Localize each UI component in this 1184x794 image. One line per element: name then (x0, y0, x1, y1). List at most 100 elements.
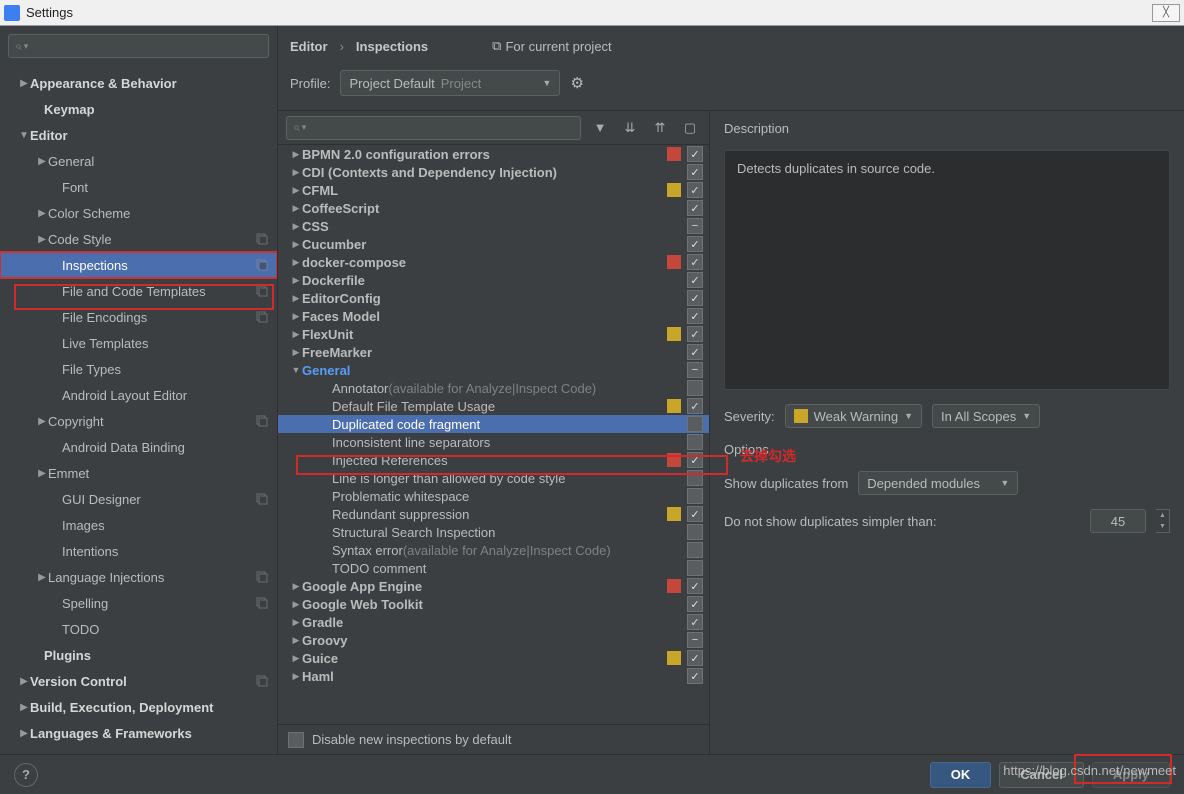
sidebar-item[interactable]: Images (0, 512, 277, 538)
inspection-row[interactable]: CoffeeScript (278, 199, 709, 217)
sidebar-item[interactable]: Android Data Binding (0, 434, 277, 460)
inspection-row[interactable]: General (278, 361, 709, 379)
simpler-value-input[interactable]: 45 (1090, 509, 1146, 533)
show-from-combo[interactable]: Depended modules▼ (858, 471, 1018, 495)
inspection-row[interactable]: Dockerfile (278, 271, 709, 289)
sidebar-item[interactable]: File and Code Templates (0, 278, 277, 304)
inspection-row[interactable]: Inconsistent line separators (278, 433, 709, 451)
sidebar-item[interactable]: Language Injections (0, 564, 277, 590)
inspection-checkbox[interactable] (687, 146, 703, 162)
inspection-checkbox[interactable] (687, 164, 703, 180)
filter-icon[interactable]: ▼ (589, 117, 611, 139)
sidebar-item[interactable]: Editor (0, 122, 277, 148)
inspection-row[interactable]: BPMN 2.0 configuration errors (278, 145, 709, 163)
sidebar-search[interactable]: ⌕▾ (8, 34, 269, 58)
inspection-row[interactable]: Gradle (278, 613, 709, 631)
inspection-checkbox[interactable] (687, 344, 703, 360)
inspection-checkbox[interactable] (687, 470, 703, 486)
sidebar-item[interactable]: Emmet (0, 460, 277, 486)
inspection-checkbox[interactable] (687, 308, 703, 324)
sidebar-item[interactable]: General (0, 148, 277, 174)
for-current-project[interactable]: ⧉For current project (492, 38, 612, 54)
sidebar-item[interactable]: Intentions (0, 538, 277, 564)
inspection-checkbox[interactable] (687, 416, 703, 432)
inspection-checkbox[interactable] (687, 524, 703, 540)
inspection-row[interactable]: Google App Engine (278, 577, 709, 595)
help-button[interactable]: ? (14, 763, 38, 787)
scope-combo[interactable]: In All Scopes▼ (932, 404, 1040, 428)
inspection-row[interactable]: FlexUnit (278, 325, 709, 343)
inspection-checkbox[interactable] (687, 578, 703, 594)
inspection-row[interactable]: docker-compose (278, 253, 709, 271)
sidebar-item[interactable]: Android Layout Editor (0, 382, 277, 408)
inspection-checkbox[interactable] (687, 380, 703, 396)
inspection-row[interactable]: Line is longer than allowed by code styl… (278, 469, 709, 487)
sidebar-item[interactable]: GUI Designer (0, 486, 277, 512)
inspection-row[interactable]: Problematic whitespace (278, 487, 709, 505)
sidebar-item[interactable]: Live Templates (0, 330, 277, 356)
inspection-checkbox[interactable] (687, 542, 703, 558)
inspection-checkbox[interactable] (687, 632, 703, 648)
ok-button[interactable]: OK (930, 762, 992, 788)
inspection-tree[interactable]: BPMN 2.0 configuration errorsCDI (Contex… (278, 145, 709, 724)
inspection-checkbox[interactable] (687, 362, 703, 378)
sidebar-item[interactable]: Inspections (0, 252, 277, 278)
inspection-checkbox[interactable] (687, 236, 703, 252)
expand-all-icon[interactable]: ⇊ (619, 117, 641, 139)
inspection-row[interactable]: Annotator (available for Analyze|Inspect… (278, 379, 709, 397)
inspection-row[interactable]: Duplicated code fragment (278, 415, 709, 433)
inspection-checkbox[interactable] (687, 650, 703, 666)
sidebar-item[interactable]: Build, Execution, Deployment (0, 694, 277, 720)
inspection-checkbox[interactable] (687, 182, 703, 198)
sidebar-item[interactable]: Version Control (0, 668, 277, 694)
settings-tree[interactable]: Appearance & BehaviorKeymapEditorGeneral… (0, 66, 277, 754)
sidebar-item[interactable]: Languages & Frameworks (0, 720, 277, 746)
inspection-checkbox[interactable] (687, 200, 703, 216)
disable-new-row[interactable]: Disable new inspections by default (278, 724, 709, 754)
bc-editor[interactable]: Editor (290, 39, 328, 54)
inspection-checkbox[interactable] (687, 272, 703, 288)
inspection-row[interactable]: Cucumber (278, 235, 709, 253)
collapse-all-icon[interactable]: ⇈ (649, 117, 671, 139)
inspection-row[interactable]: Haml (278, 667, 709, 685)
sidebar-item[interactable]: File Types (0, 356, 277, 382)
sidebar-item[interactable]: Spelling (0, 590, 277, 616)
inspection-row[interactable]: Google Web Toolkit (278, 595, 709, 613)
sidebar-item[interactable]: Keymap (0, 96, 277, 122)
inspection-row[interactable]: CDI (Contexts and Dependency Injection) (278, 163, 709, 181)
close-button[interactable]: ╳ (1152, 4, 1180, 22)
inspection-checkbox[interactable] (687, 452, 703, 468)
inspection-checkbox[interactable] (687, 254, 703, 270)
inspection-row[interactable]: EditorConfig (278, 289, 709, 307)
inspection-checkbox[interactable] (687, 668, 703, 684)
inspection-checkbox[interactable] (687, 398, 703, 414)
inspection-row[interactable]: Faces Model (278, 307, 709, 325)
number-spinner[interactable]: ▲▼ (1156, 509, 1170, 533)
profile-combo[interactable]: Project DefaultProject▼ (340, 70, 560, 96)
sidebar-item[interactable]: Plugins (0, 642, 277, 668)
inspection-checkbox[interactable] (687, 218, 703, 234)
inspection-row[interactable]: CFML (278, 181, 709, 199)
sidebar-item[interactable]: Code Style (0, 226, 277, 252)
disable-new-checkbox[interactable] (288, 732, 304, 748)
inspection-row[interactable]: FreeMarker (278, 343, 709, 361)
inspection-row[interactable]: Redundant suppression (278, 505, 709, 523)
severity-combo[interactable]: Weak Warning▼ (785, 404, 922, 428)
sidebar-item[interactable]: File Encodings (0, 304, 277, 330)
inspection-checkbox[interactable] (687, 290, 703, 306)
sidebar-item[interactable]: Font (0, 174, 277, 200)
sidebar-item[interactable]: Color Scheme (0, 200, 277, 226)
toggle-tree-icon[interactable]: ▢ (679, 117, 701, 139)
inspection-row[interactable]: TODO comment (278, 559, 709, 577)
inspection-row[interactable]: Groovy (278, 631, 709, 649)
sidebar-item[interactable]: Appearance & Behavior (0, 70, 277, 96)
inspection-checkbox[interactable] (687, 596, 703, 612)
inspection-row[interactable]: CSS (278, 217, 709, 235)
inspection-checkbox[interactable] (687, 506, 703, 522)
inspection-checkbox[interactable] (687, 614, 703, 630)
inspection-row[interactable]: Structural Search Inspection (278, 523, 709, 541)
inspection-row[interactable]: Injected References (278, 451, 709, 469)
inspection-row[interactable]: Guice (278, 649, 709, 667)
inspection-search[interactable]: ⌕▾ (286, 116, 581, 140)
sidebar-item[interactable]: Copyright (0, 408, 277, 434)
